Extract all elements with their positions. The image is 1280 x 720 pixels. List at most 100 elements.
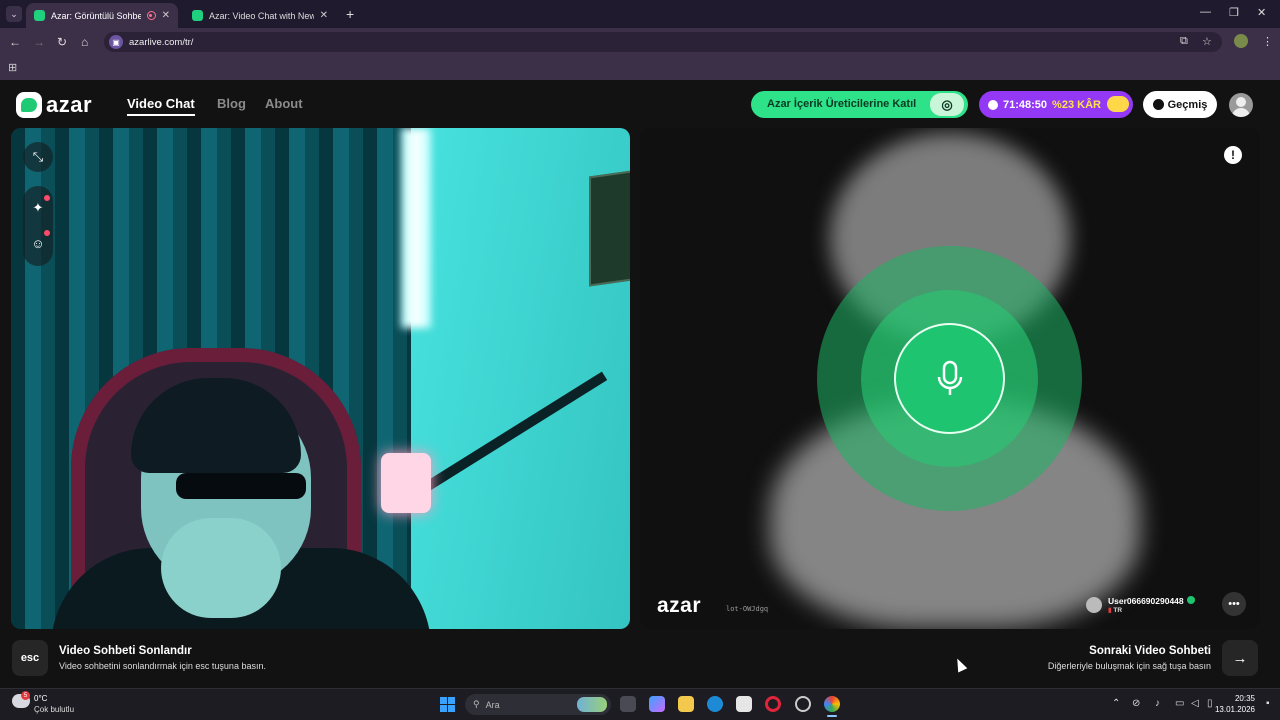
remote-country: TR	[1113, 607, 1123, 614]
back-icon[interactable]: ←	[9, 35, 21, 49]
wall-poster	[589, 169, 630, 287]
history-label: Geçmiş	[1167, 98, 1208, 111]
tray-mic-icon[interactable]: ♪	[1155, 698, 1160, 709]
address-bar[interactable]	[104, 32, 1222, 52]
restore-button[interactable]: ❐	[1229, 6, 1239, 19]
user-avatar[interactable]	[1229, 93, 1253, 117]
reload-icon[interactable]: ↻	[57, 35, 67, 49]
edge-icon[interactable]	[707, 696, 723, 712]
new-tab-button[interactable]: +	[346, 6, 354, 22]
opera-icon[interactable]	[765, 696, 781, 712]
recording-icon	[146, 11, 156, 20]
light-strip	[401, 128, 431, 328]
url-text[interactable]: azarlive.com/tr/	[129, 37, 193, 48]
flag-icon: ▮	[1108, 607, 1112, 614]
battery-icon[interactable]: ▯	[1207, 698, 1213, 709]
person-hand	[161, 518, 281, 618]
clock-date[interactable]: 13.01.2026	[1215, 705, 1255, 714]
nav-about[interactable]: About	[265, 96, 303, 111]
bookmark-star-icon[interactable]: ☆	[1202, 35, 1212, 48]
weather-temperature[interactable]: 0°C	[34, 694, 47, 703]
next-chat-hint: Diğerleriyle buluşmak için sağ tuşa bası…	[1047, 661, 1211, 671]
weather-badge: 5	[21, 691, 30, 700]
browser-tab-strip: ⌄ Azar: Görüntülü Sohbet & Y ✕ Azar: Vid…	[0, 0, 1280, 28]
taskbar-search[interactable]: ⚲ Ara	[465, 694, 611, 715]
chat-button[interactable]: •••	[1222, 592, 1246, 616]
profile-icon[interactable]	[1234, 34, 1248, 48]
taskbar	[0, 688, 1280, 720]
tab-azar-en[interactable]: Azar: Video Chat with New Peo ✕	[184, 3, 336, 28]
azar-watermark: azar	[657, 594, 702, 617]
remote-user-tag[interactable]: User066690290448 ▮ TR	[1086, 590, 1195, 620]
next-chat-button[interactable]: →	[1222, 640, 1258, 676]
history-clock-icon	[1152, 99, 1164, 110]
notification-dot	[44, 230, 50, 236]
history-button[interactable]: Geçmiş	[1143, 91, 1217, 118]
close-tab-icon[interactable]: ✕	[320, 10, 328, 21]
tab-search-button[interactable]: ⌄	[6, 6, 22, 22]
network-icon[interactable]: ▭	[1175, 698, 1184, 709]
sunglasses	[176, 473, 306, 499]
store-icon[interactable]	[736, 696, 752, 712]
tab-title: Azar: Video Chat with New Peo	[209, 10, 314, 21]
search-icon: ⚲	[473, 699, 480, 709]
azar-logo-icon	[16, 92, 42, 118]
menu-icon[interactable]: ⋮	[1262, 35, 1273, 48]
azar-favicon-icon	[192, 10, 203, 21]
chrome-icon[interactable]	[824, 696, 840, 717]
weather-condition[interactable]: Çok bulutlu	[34, 705, 74, 714]
local-video-feed	[11, 128, 630, 629]
copilot-icon[interactable]	[649, 696, 665, 712]
notifications-icon[interactable]: ▪	[1266, 698, 1270, 709]
creator-join-label: Azar İçerik Üreticilerine Katıl	[767, 98, 917, 110]
sparkle-icon: ✦	[32, 200, 44, 215]
nav-video-chat[interactable]: Video Chat	[127, 96, 195, 116]
close-window-button[interactable]: ✕	[1257, 6, 1266, 19]
nav-blog[interactable]: Blog	[217, 96, 246, 111]
creator-join-button[interactable]: Azar İçerik Üreticilerine Katıl ◎	[751, 91, 968, 118]
apps-grid-icon[interactable]: ⊞	[8, 61, 17, 74]
timer-icon	[988, 99, 998, 110]
file-explorer-icon[interactable]	[678, 696, 694, 712]
tab-title: Azar: Görüntülü Sohbet & Y	[51, 10, 141, 21]
coins-icon	[1107, 96, 1129, 112]
tab-azar-tr[interactable]: Azar: Görüntülü Sohbet & Y ✕	[26, 3, 178, 28]
end-chat-hint: Video sohbetini sonlandırmak için esc tu…	[59, 661, 266, 671]
minimize-video-button[interactable]: ⤡	[23, 142, 53, 172]
task-view-icon[interactable]	[620, 696, 636, 712]
logo-text: azar	[46, 92, 93, 117]
smiley-icon: ☺	[31, 235, 45, 251]
home-icon[interactable]: ⌂	[81, 35, 88, 49]
cast-icon[interactable]: ⧉	[1180, 35, 1188, 48]
promo-button[interactable]: 71:48:50 %23 KÂR	[979, 91, 1133, 118]
minimize-button[interactable]: —	[1200, 6, 1211, 18]
tray-app-icon[interactable]: ⊘	[1132, 698, 1140, 709]
search-placeholder: Ara	[485, 699, 500, 710]
site-info-icon[interactable]: ▣	[109, 35, 123, 49]
forward-icon[interactable]: →	[33, 35, 45, 49]
verified-badge-icon	[1186, 596, 1195, 604]
start-button[interactable]	[440, 697, 455, 712]
next-chat-title: Sonraki Video Sohbeti	[1089, 645, 1211, 657]
mouse-cursor	[952, 656, 968, 673]
report-button[interactable]: !	[1224, 146, 1242, 164]
bookmarks-bar	[0, 56, 1280, 80]
tray-overflow-icon[interactable]: ⌃	[1112, 698, 1120, 709]
microphone-button[interactable]	[894, 323, 1005, 434]
azar-logo[interactable]: azar	[16, 92, 92, 118]
promo-timer: 71:48:50	[1003, 98, 1048, 111]
close-tab-icon[interactable]: ✕	[162, 10, 170, 21]
promo-discount: %23 KÂR	[1052, 98, 1101, 111]
notification-dot	[44, 195, 50, 201]
end-chat-key[interactable]: esc	[12, 640, 48, 676]
obs-icon[interactable]	[795, 696, 811, 712]
session-code: lot-OWJdgq	[726, 605, 769, 613]
volume-icon[interactable]: ◁	[1191, 698, 1199, 709]
remote-video-feed: ! azar lot-OWJdgq User066690290448 ▮ TR …	[640, 128, 1260, 629]
shrink-icon: ⤡	[32, 149, 44, 164]
chat-bubble-icon: •••	[1228, 598, 1240, 610]
microphone-icon	[937, 360, 962, 395]
creator-illustration-icon: ◎	[930, 93, 964, 116]
clock-time[interactable]: 20:35	[1235, 694, 1255, 703]
remote-username: User066690290448	[1108, 596, 1184, 606]
